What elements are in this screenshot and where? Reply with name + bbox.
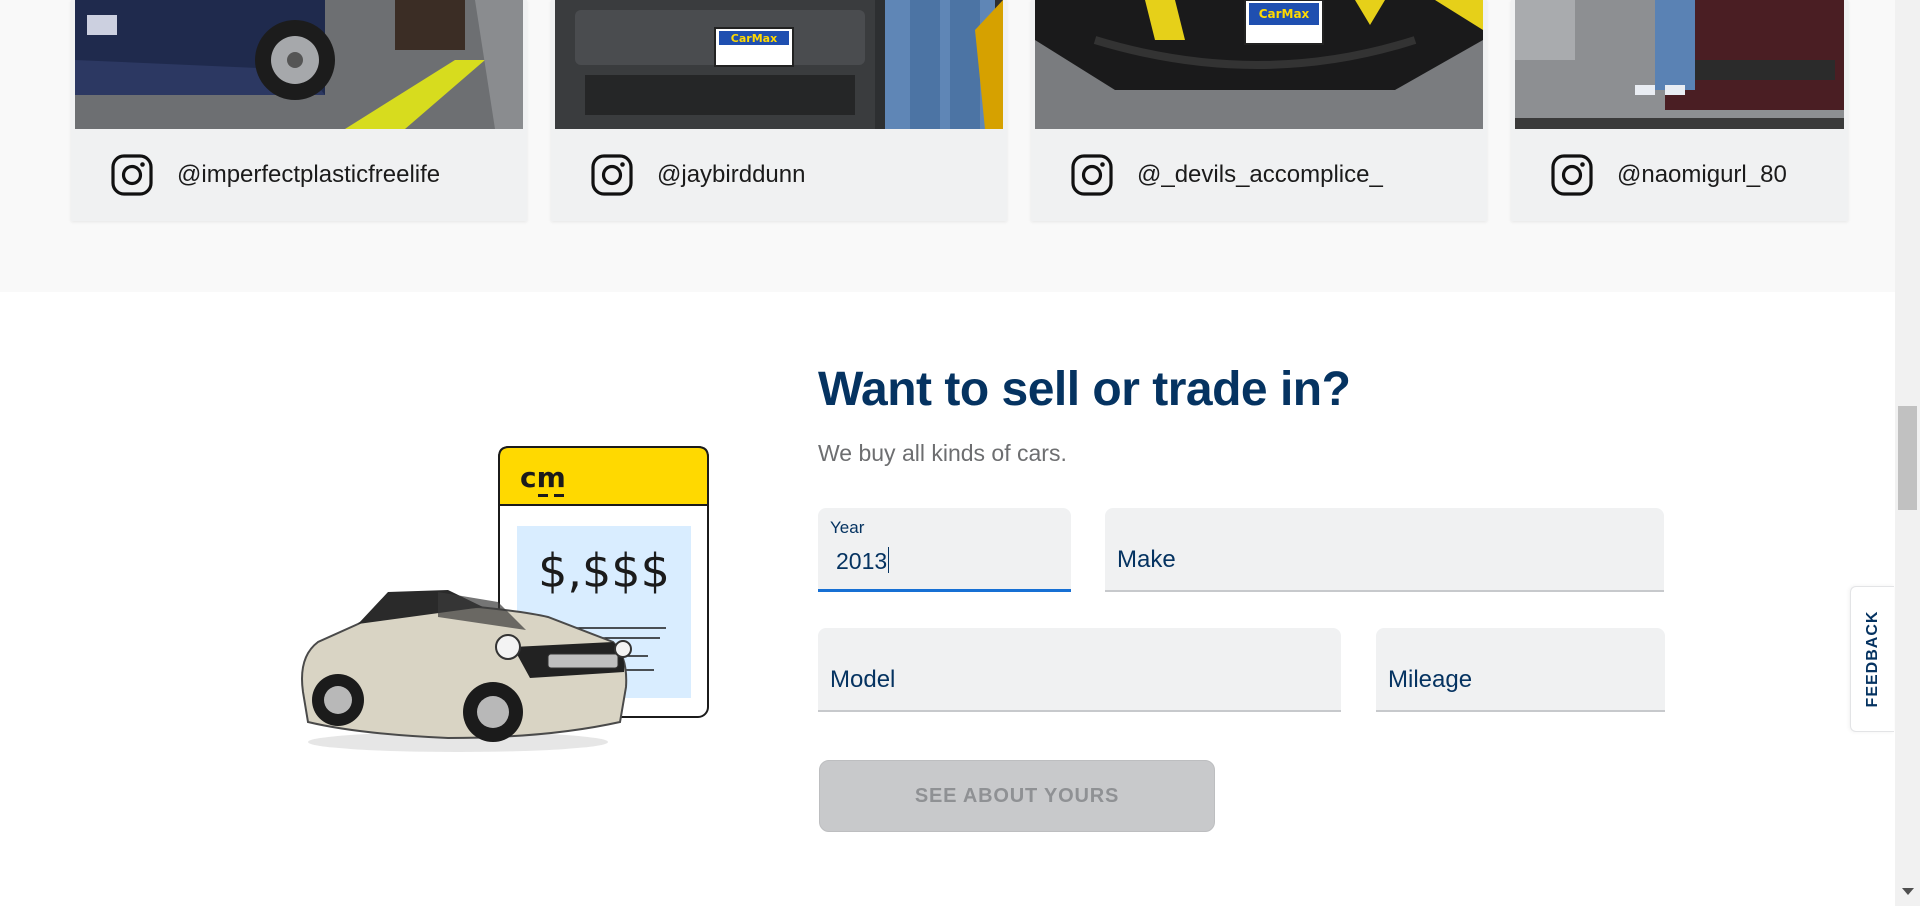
mileage-field[interactable]: Mileage (1376, 628, 1665, 712)
customer-photo[interactable] (1515, 0, 1844, 129)
year-label: Year (830, 518, 865, 537)
instagram-handle[interactable]: @naomigurl_80 (1617, 161, 1787, 189)
scroll-down-arrow-icon[interactable] (1902, 888, 1914, 895)
see-about-yours-button[interactable]: SEE ABOUT YOURS (819, 760, 1215, 832)
instagram-icon (1551, 154, 1593, 196)
gallery-card[interactable]: CarMax @_devils_accomplice_ (1031, 0, 1487, 221)
instagram-handle[interactable]: @jaybirddunn (657, 161, 805, 189)
customer-photo[interactable]: CarMax (555, 0, 1003, 129)
instagram-handle[interactable]: @imperfectplasticfreelife (177, 161, 440, 189)
text-caret (888, 547, 890, 573)
model-input[interactable]: Model (830, 666, 895, 694)
trade-in-illustration: cm $,$$$ (301, 446, 709, 752)
instagram-handle[interactable]: @_devils_accomplice_ (1137, 161, 1383, 189)
customer-photo[interactable]: CarMax (1035, 0, 1483, 129)
plate-brand-text: CarMax (1259, 7, 1310, 21)
model-field[interactable]: Model (818, 628, 1341, 712)
gallery-card[interactable]: CarMax @jaybirddunn (551, 0, 1007, 221)
mileage-input[interactable]: Mileage (1388, 666, 1472, 694)
customer-gallery: @imperfectplasticfreelife CarMax @jaybir… (0, 0, 1895, 292)
gallery-card[interactable]: @naomigurl_80 (1511, 0, 1848, 221)
plate-brand-text: CarMax (731, 32, 777, 45)
instagram-icon (111, 154, 153, 196)
make-field[interactable]: Make (1105, 508, 1664, 592)
sell-heading: Want to sell or trade in? (818, 363, 1351, 416)
instagram-icon (1071, 154, 1113, 196)
instagram-icon (591, 154, 633, 196)
feedback-label: FEEDBACK (1863, 610, 1881, 708)
gallery-card[interactable]: @imperfectplasticfreelife (71, 0, 527, 221)
price-placeholder-text: $,$$$ (538, 544, 670, 598)
sell-subheading: We buy all kinds of cars. (818, 440, 1067, 466)
make-input[interactable]: Make (1117, 546, 1176, 574)
year-input[interactable]: 2013 (836, 547, 890, 575)
carmax-logo-text: cm (520, 461, 566, 494)
year-field[interactable]: Year 2013 (818, 508, 1071, 592)
scrollbar-thumb[interactable] (1898, 406, 1917, 510)
feedback-tab[interactable]: FEEDBACK (1850, 586, 1894, 732)
customer-photo[interactable] (75, 0, 523, 129)
